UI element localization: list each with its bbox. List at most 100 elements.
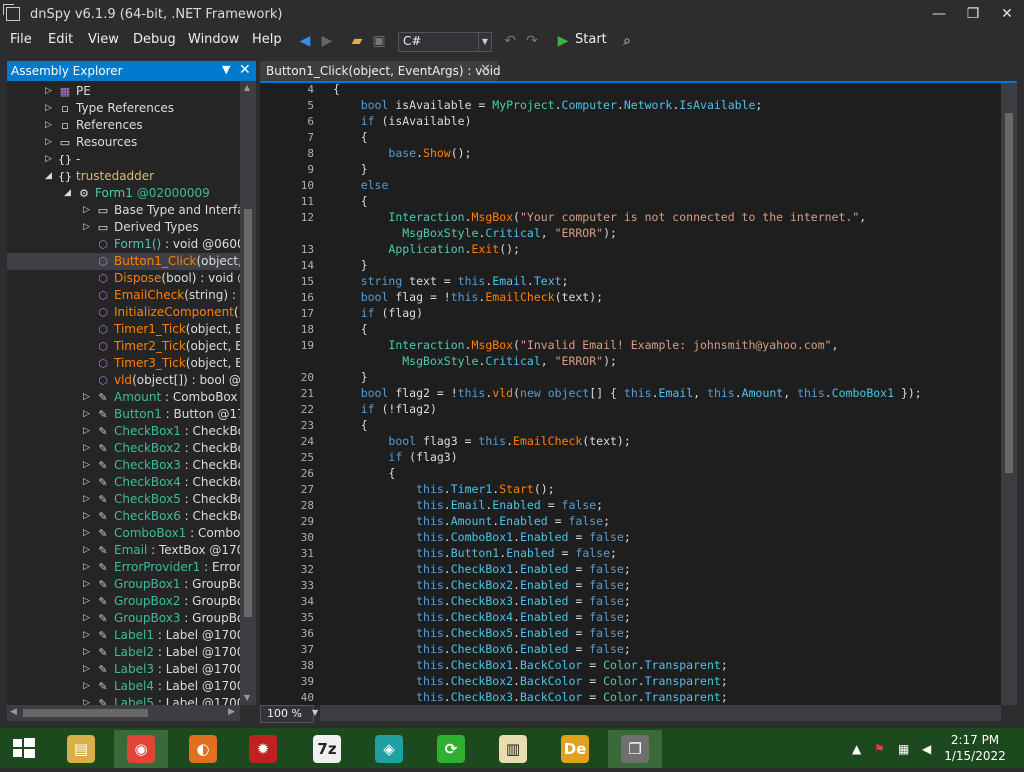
code-line[interactable]: { (333, 418, 368, 432)
code-editor[interactable]: 4 {5 bool isAvailable = MyProject.Compute… (260, 83, 1001, 705)
tree-node[interactable]: ⬡ Button1_Click(object, (7, 253, 240, 270)
refresh-app-taskbar-button[interactable]: ⟳ (424, 730, 478, 768)
file-explorer-taskbar-button[interactable]: ▤ (54, 730, 108, 768)
tree-node[interactable]: ▷ ✎ Label5 : Label @17000 (7, 695, 240, 705)
tree-node[interactable]: ▷ ▫ References (7, 117, 240, 134)
tree-node[interactable]: ▷ ✎ Label2 : Label @17000 (7, 644, 240, 661)
tray-expand-icon[interactable]: ▲ (852, 742, 861, 756)
code-line[interactable]: this.CheckBox4.Enabled = false; (333, 610, 631, 624)
tree-expand-icon[interactable]: ▷ (45, 151, 55, 168)
tree-node[interactable]: ▷ ✎ CheckBox2 : CheckBox (7, 440, 240, 457)
start-button[interactable]: Start (575, 32, 607, 47)
volume-icon[interactable]: ◀ (922, 742, 931, 756)
code-line[interactable]: Application.Exit(); (333, 242, 520, 256)
flag-icon[interactable]: ⚑ (874, 742, 885, 756)
tree-node[interactable]: ▷ ✎ ComboBox1 : ComboB (7, 525, 240, 542)
tree-node[interactable]: ◢ ⚙ Form1 @02000009 (7, 185, 240, 202)
code-line[interactable]: this.CheckBox3.Enabled = false; (333, 594, 631, 608)
assembly-tree[interactable]: ▷ ▦ PE ▷ ▫ Type References ▷ ▫ References ▷ ▭ Resou… (7, 81, 240, 705)
code-line[interactable]: this.Email.Enabled = false; (333, 498, 603, 512)
notepad-taskbar-button[interactable]: ▥ (486, 730, 540, 768)
minimize-button[interactable]: — (922, 4, 956, 24)
scroll-up-icon[interactable]: ▲ (244, 83, 250, 92)
tree-node[interactable]: ▷ ▭ Resources (7, 134, 240, 151)
code-line[interactable]: this.ComboBox1.Enabled = false; (333, 530, 631, 544)
tree-node[interactable]: ▷ ✎ CheckBox5 : CheckBox (7, 491, 240, 508)
tree-expand-icon[interactable]: ▷ (83, 576, 93, 593)
network-icon[interactable]: ▦ (898, 742, 909, 756)
close-tab-icon[interactable]: ✕ (480, 62, 491, 77)
tree-node[interactable]: ▷ ▦ PE (7, 83, 240, 100)
windows-start-button[interactable] (0, 728, 48, 768)
code-line[interactable]: MsgBoxStyle.Critical, "ERROR"); (333, 354, 617, 368)
code-line[interactable]: else (333, 178, 389, 192)
tree-expand-icon[interactable]: ▷ (83, 678, 93, 695)
scroll-down-icon[interactable]: ▼ (244, 693, 250, 702)
close-panel-icon[interactable]: ✕ (239, 62, 251, 78)
code-line[interactable]: this.CheckBox6.Enabled = false; (333, 642, 631, 656)
tree-node[interactable]: ⬡ InitializeComponent() (7, 304, 240, 321)
tree-expand-icon[interactable]: ▷ (83, 610, 93, 627)
code-line[interactable]: this.CheckBox5.Enabled = false; (333, 626, 631, 640)
code-line[interactable]: if (isAvailable) (333, 114, 472, 128)
tree-expand-icon[interactable]: ▷ (45, 100, 55, 117)
code-line[interactable]: this.CheckBox3.BackColor = Color.Transpa… (333, 690, 728, 704)
tree-expand-icon[interactable]: ▷ (83, 474, 93, 491)
tree-expand-icon[interactable]: ▷ (83, 202, 93, 219)
tree-node[interactable]: ▷ ✎ GroupBox3 : GroupBox (7, 610, 240, 627)
tree-node[interactable]: ▷ ✎ CheckBox1 : CheckBox (7, 423, 240, 440)
tree-expand-icon[interactable]: ▷ (83, 559, 93, 576)
chrome-taskbar-button[interactable]: ◉ (114, 730, 168, 768)
tree-expand-icon[interactable]: ▷ (83, 593, 93, 610)
tree-expand-icon[interactable]: ▷ (83, 440, 93, 457)
document-tab[interactable]: Button1_Click(object, EventArgs) : void … (260, 61, 501, 81)
dropdown-icon[interactable]: ▼ (222, 63, 230, 76)
code-line[interactable]: this.CheckBox2.Enabled = false; (333, 578, 631, 592)
menu-help[interactable]: Help (252, 32, 282, 47)
code-line[interactable]: this.Timer1.Start(); (333, 482, 555, 496)
open-icon[interactable]: ▰ (349, 33, 365, 49)
tree-node[interactable]: ⬡ Timer2_Tick(object, Ev (7, 338, 240, 355)
tree-node[interactable]: ▷ ✎ GroupBox1 : GroupBox (7, 576, 240, 593)
app-taskbar-button[interactable]: ◈ (362, 730, 416, 768)
code-line[interactable]: this.CheckBox1.Enabled = false; (333, 562, 631, 576)
tree-node[interactable]: ▷ ✎ Label4 : Label @17000 (7, 678, 240, 695)
tree-expand-icon[interactable]: ▷ (83, 627, 93, 644)
scroll-left-icon[interactable]: ◀ (10, 707, 17, 717)
tree-node[interactable]: ▷ ✎ Button1 : Button @170 (7, 406, 240, 423)
tree-node[interactable]: ▷ ✎ Label3 : Label @17000 (7, 661, 240, 678)
maximize-button[interactable]: ❐ (956, 4, 990, 24)
tree-node[interactable]: ▷ ✎ CheckBox4 : CheckBox (7, 474, 240, 491)
navigate-forward-icon[interactable]: ▶ (319, 33, 335, 49)
editor-vertical-scrollbar[interactable] (1001, 83, 1017, 705)
tree-expand-icon[interactable]: ▷ (83, 219, 93, 236)
menu-debug[interactable]: Debug (133, 32, 176, 47)
code-line[interactable]: if (flag) (333, 306, 423, 320)
tree-horizontal-scrollbar[interactable]: ◀ ▶ (7, 705, 240, 721)
tree-node[interactable]: ▷ ✎ ErrorProvider1 : ErrorP (7, 559, 240, 576)
tree-expand-icon[interactable]: ▷ (45, 117, 55, 134)
code-line[interactable]: Interaction.MsgBox("Invalid Email! Examp… (333, 338, 838, 352)
tree-expand-icon[interactable]: ◢ (45, 168, 55, 185)
code-line[interactable]: this.CheckBox2.BackColor = Color.Transpa… (333, 674, 728, 688)
undo-icon[interactable]: ↶ (502, 33, 518, 49)
zoom-select[interactable]: 100 % (260, 705, 314, 723)
search-icon[interactable]: ⌕ (619, 33, 635, 49)
de4dot-taskbar-button[interactable]: De (548, 730, 602, 768)
tree-node[interactable]: ▷ ✎ GroupBox2 : GroupBox (7, 593, 240, 610)
tree-expand-icon[interactable]: ▷ (83, 542, 93, 559)
menu-file[interactable]: File (10, 32, 32, 47)
tree-node[interactable]: ⬡ EmailCheck(string) : b (7, 287, 240, 304)
code-line[interactable]: { (333, 83, 340, 96)
code-line[interactable]: Interaction.MsgBox("Your computer is not… (333, 210, 866, 224)
code-line[interactable]: { (333, 130, 368, 144)
code-line[interactable]: bool isAvailable = MyProject.Computer.Ne… (333, 98, 763, 112)
code-line[interactable]: { (333, 466, 395, 480)
tree-expand-icon[interactable]: ▷ (83, 661, 93, 678)
code-line[interactable]: this.Button1.Enabled = false; (333, 546, 617, 560)
code-line[interactable]: bool flag = !this.EmailCheck(text); (333, 290, 603, 304)
tree-node[interactable]: ▷ ▫ Type References (7, 100, 240, 117)
tree-node[interactable]: ⬡ Timer1_Tick(object, Ev (7, 321, 240, 338)
tree-expand-icon[interactable]: ▷ (83, 644, 93, 661)
tree-node[interactable]: ▷ ✎ Amount : ComboBox (7, 389, 240, 406)
